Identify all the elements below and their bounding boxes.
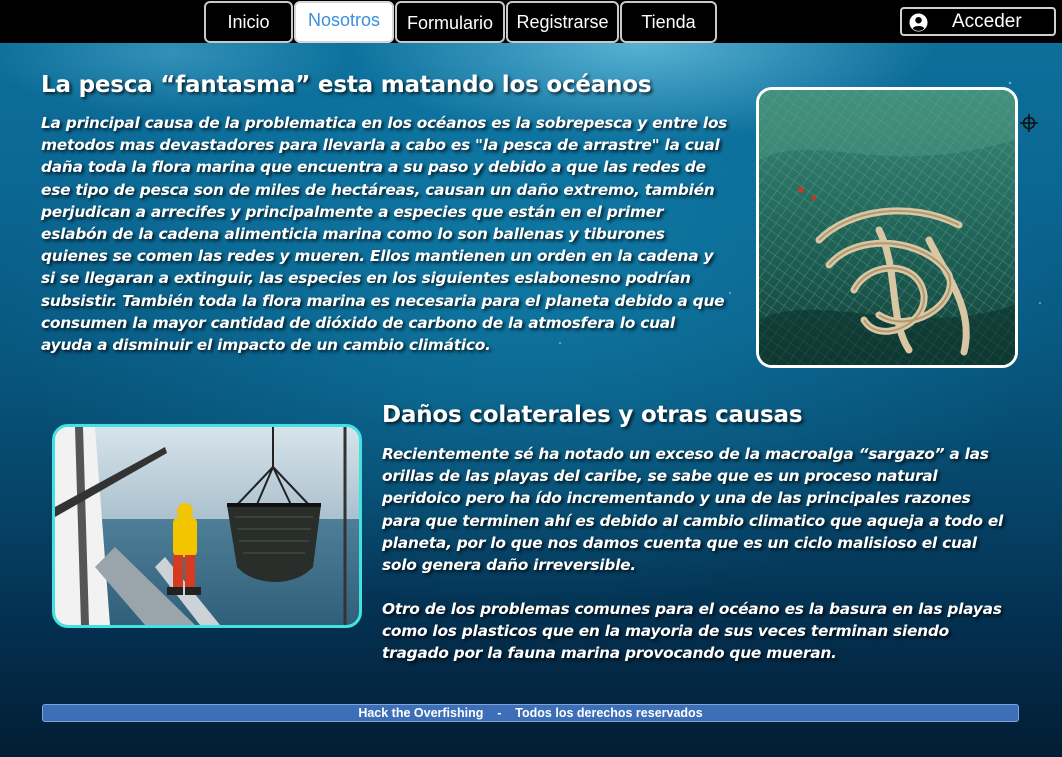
nav-inicio-label: Inicio xyxy=(227,11,270,32)
nav-formulario-label: Formulario xyxy=(406,12,494,33)
section2-paragraph-1: Recientemente sé ha notado un exceso de … xyxy=(382,445,1004,575)
fishing-nets-illustration xyxy=(759,90,1015,365)
user-circle-icon xyxy=(909,13,928,32)
login-label: Acceder xyxy=(952,11,1022,32)
section2-paragraph-2: Otro de los problemas comunes para el oc… xyxy=(382,600,1002,663)
trawler-boat-illustration xyxy=(55,427,359,625)
top-navbar: Inicio Nosotros Formulario Registrarse T… xyxy=(0,0,1062,43)
move-crosshair-icon[interactable] xyxy=(1020,114,1038,132)
login-button[interactable]: Acceder xyxy=(900,7,1056,36)
nav-tienda-button[interactable]: Tienda xyxy=(620,1,717,43)
footer-text: Hack the Overfishing - Todos los derecho… xyxy=(358,706,703,720)
nav-tienda-label: Tienda xyxy=(641,11,696,32)
footer-bar: Hack the Overfishing - Todos los derecho… xyxy=(42,704,1019,722)
nav-registrarse-button[interactable]: Registrarse xyxy=(506,1,619,43)
nav-formulario-button[interactable]: Formulario xyxy=(395,1,505,43)
nav-nosotros-label: Nosotros xyxy=(307,9,381,30)
section1-paragraph: La principal causa de la problematica en… xyxy=(41,114,728,355)
nav-inicio-button[interactable]: Inicio xyxy=(204,1,293,43)
section1-title: La pesca “fantasma” esta matando los océ… xyxy=(41,72,652,98)
section2-title: Daños colaterales y otras causas xyxy=(382,402,803,428)
nav-nosotros-button[interactable]: Nosotros xyxy=(294,1,394,43)
fishing-nets-image xyxy=(756,87,1018,368)
page: Inicio Nosotros Formulario Registrarse T… xyxy=(0,0,1062,757)
trawler-boat-image xyxy=(52,424,362,628)
nav-registrarse-label: Registrarse xyxy=(516,11,609,32)
